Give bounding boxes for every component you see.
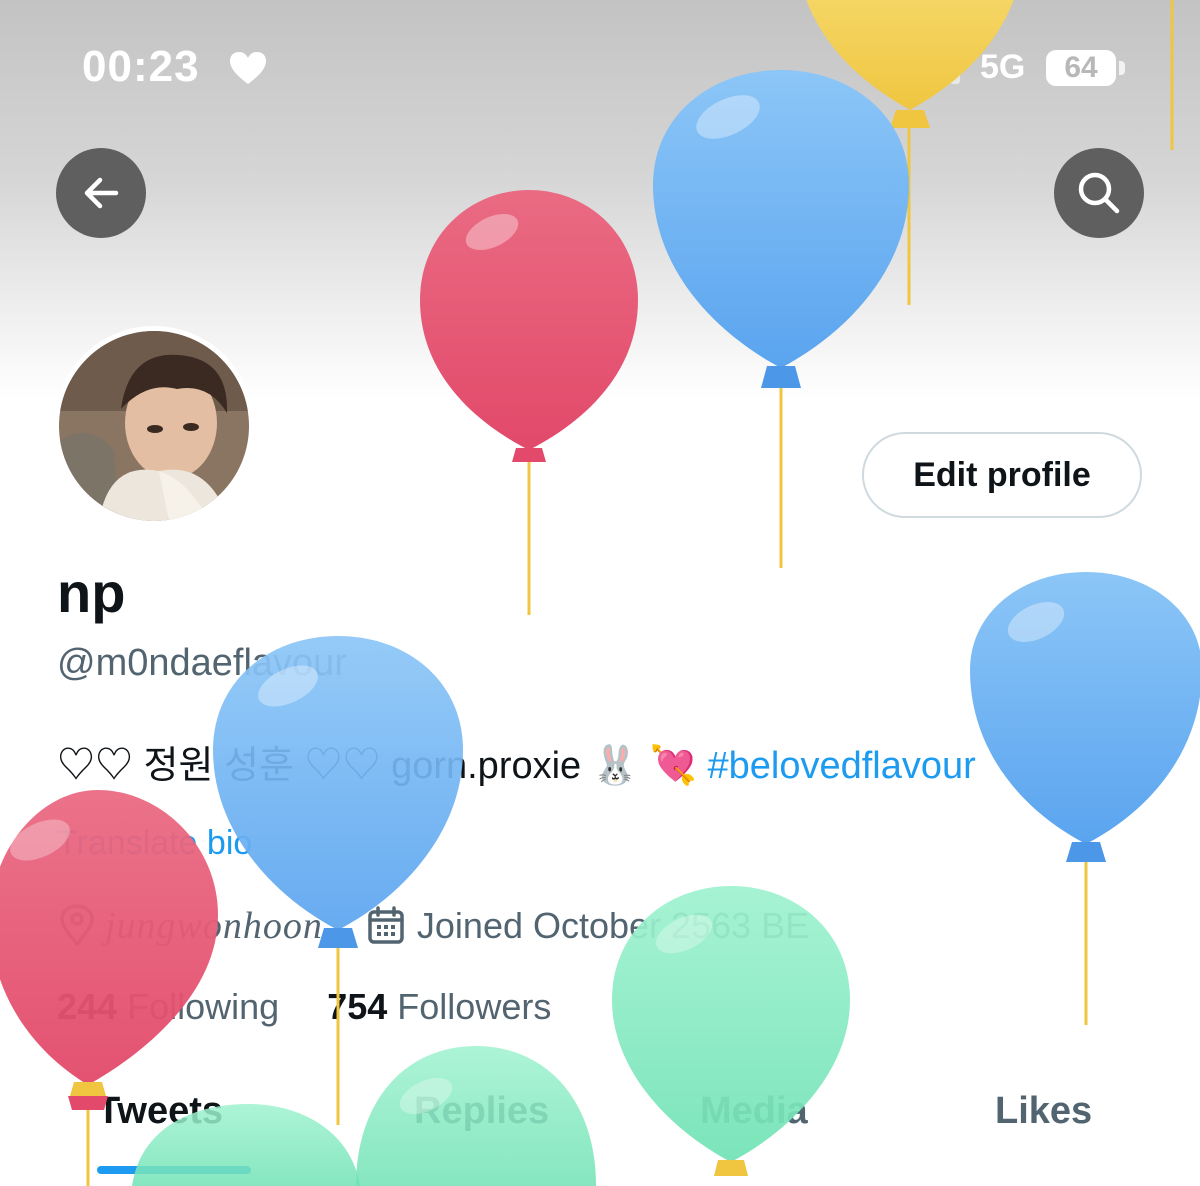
heart-icon — [230, 52, 266, 84]
following-link[interactable]: 244 Following — [57, 986, 279, 1027]
following-label: Following — [127, 986, 280, 1027]
tab-tweets[interactable]: Tweets — [97, 1090, 223, 1133]
battery-indicator: 64 — [1046, 50, 1116, 86]
network-label: 5G — [980, 48, 1026, 86]
tab-likes[interactable]: Likes — [995, 1090, 1092, 1133]
search-icon — [1078, 172, 1120, 214]
search-button[interactable] — [1054, 148, 1144, 238]
profile-meta: jungwonhoon Joined October 2563 BE — [57, 900, 809, 952]
signal-icon — [908, 48, 960, 84]
edit-profile-button[interactable]: Edit profile — [862, 432, 1142, 518]
location-text[interactable]: jungwonhoon — [105, 904, 323, 948]
tab-media[interactable]: Media — [700, 1090, 808, 1133]
translate-bio-link[interactable]: Translate bio — [57, 824, 252, 863]
bio-hashtag-link[interactable]: #belovedflavour — [708, 745, 976, 787]
calendar-icon — [368, 906, 404, 944]
location-pin-icon — [60, 904, 94, 946]
followers-count: 754 — [327, 986, 388, 1027]
joined-date: Joined October 2563 BE — [416, 905, 810, 946]
balloon-blue-right — [970, 572, 1200, 1025]
avatar[interactable] — [54, 326, 254, 526]
active-tab-indicator — [97, 1166, 251, 1174]
follow-stats: 244 Following 754 Followers — [57, 986, 551, 1028]
following-count: 244 — [57, 986, 118, 1027]
followers-label: Followers — [397, 986, 552, 1027]
status-time: 00:23 — [82, 42, 200, 91]
arrow-left-icon — [84, 177, 119, 209]
bio-text: ♡♡ 정원 성훈 ♡♡ gorn.proxie 🐰 💘 — [57, 745, 697, 787]
tab-replies[interactable]: Replies — [414, 1090, 549, 1133]
status-bar: 00:23 5G 64 — [0, 0, 1200, 140]
back-button[interactable] — [56, 148, 146, 238]
user-handle: @m0ndaeflavour — [57, 642, 347, 684]
display-name: np — [57, 561, 126, 624]
battery-tip — [1119, 61, 1125, 75]
balloon-blue-middle — [213, 636, 463, 1125]
bio: ♡♡ 정원 성훈 ♡♡ gorn.proxie 🐰 💘 #belovedflav… — [57, 734, 976, 789]
followers-link[interactable]: 754 Followers — [327, 986, 551, 1027]
avatar-photo — [59, 331, 249, 521]
